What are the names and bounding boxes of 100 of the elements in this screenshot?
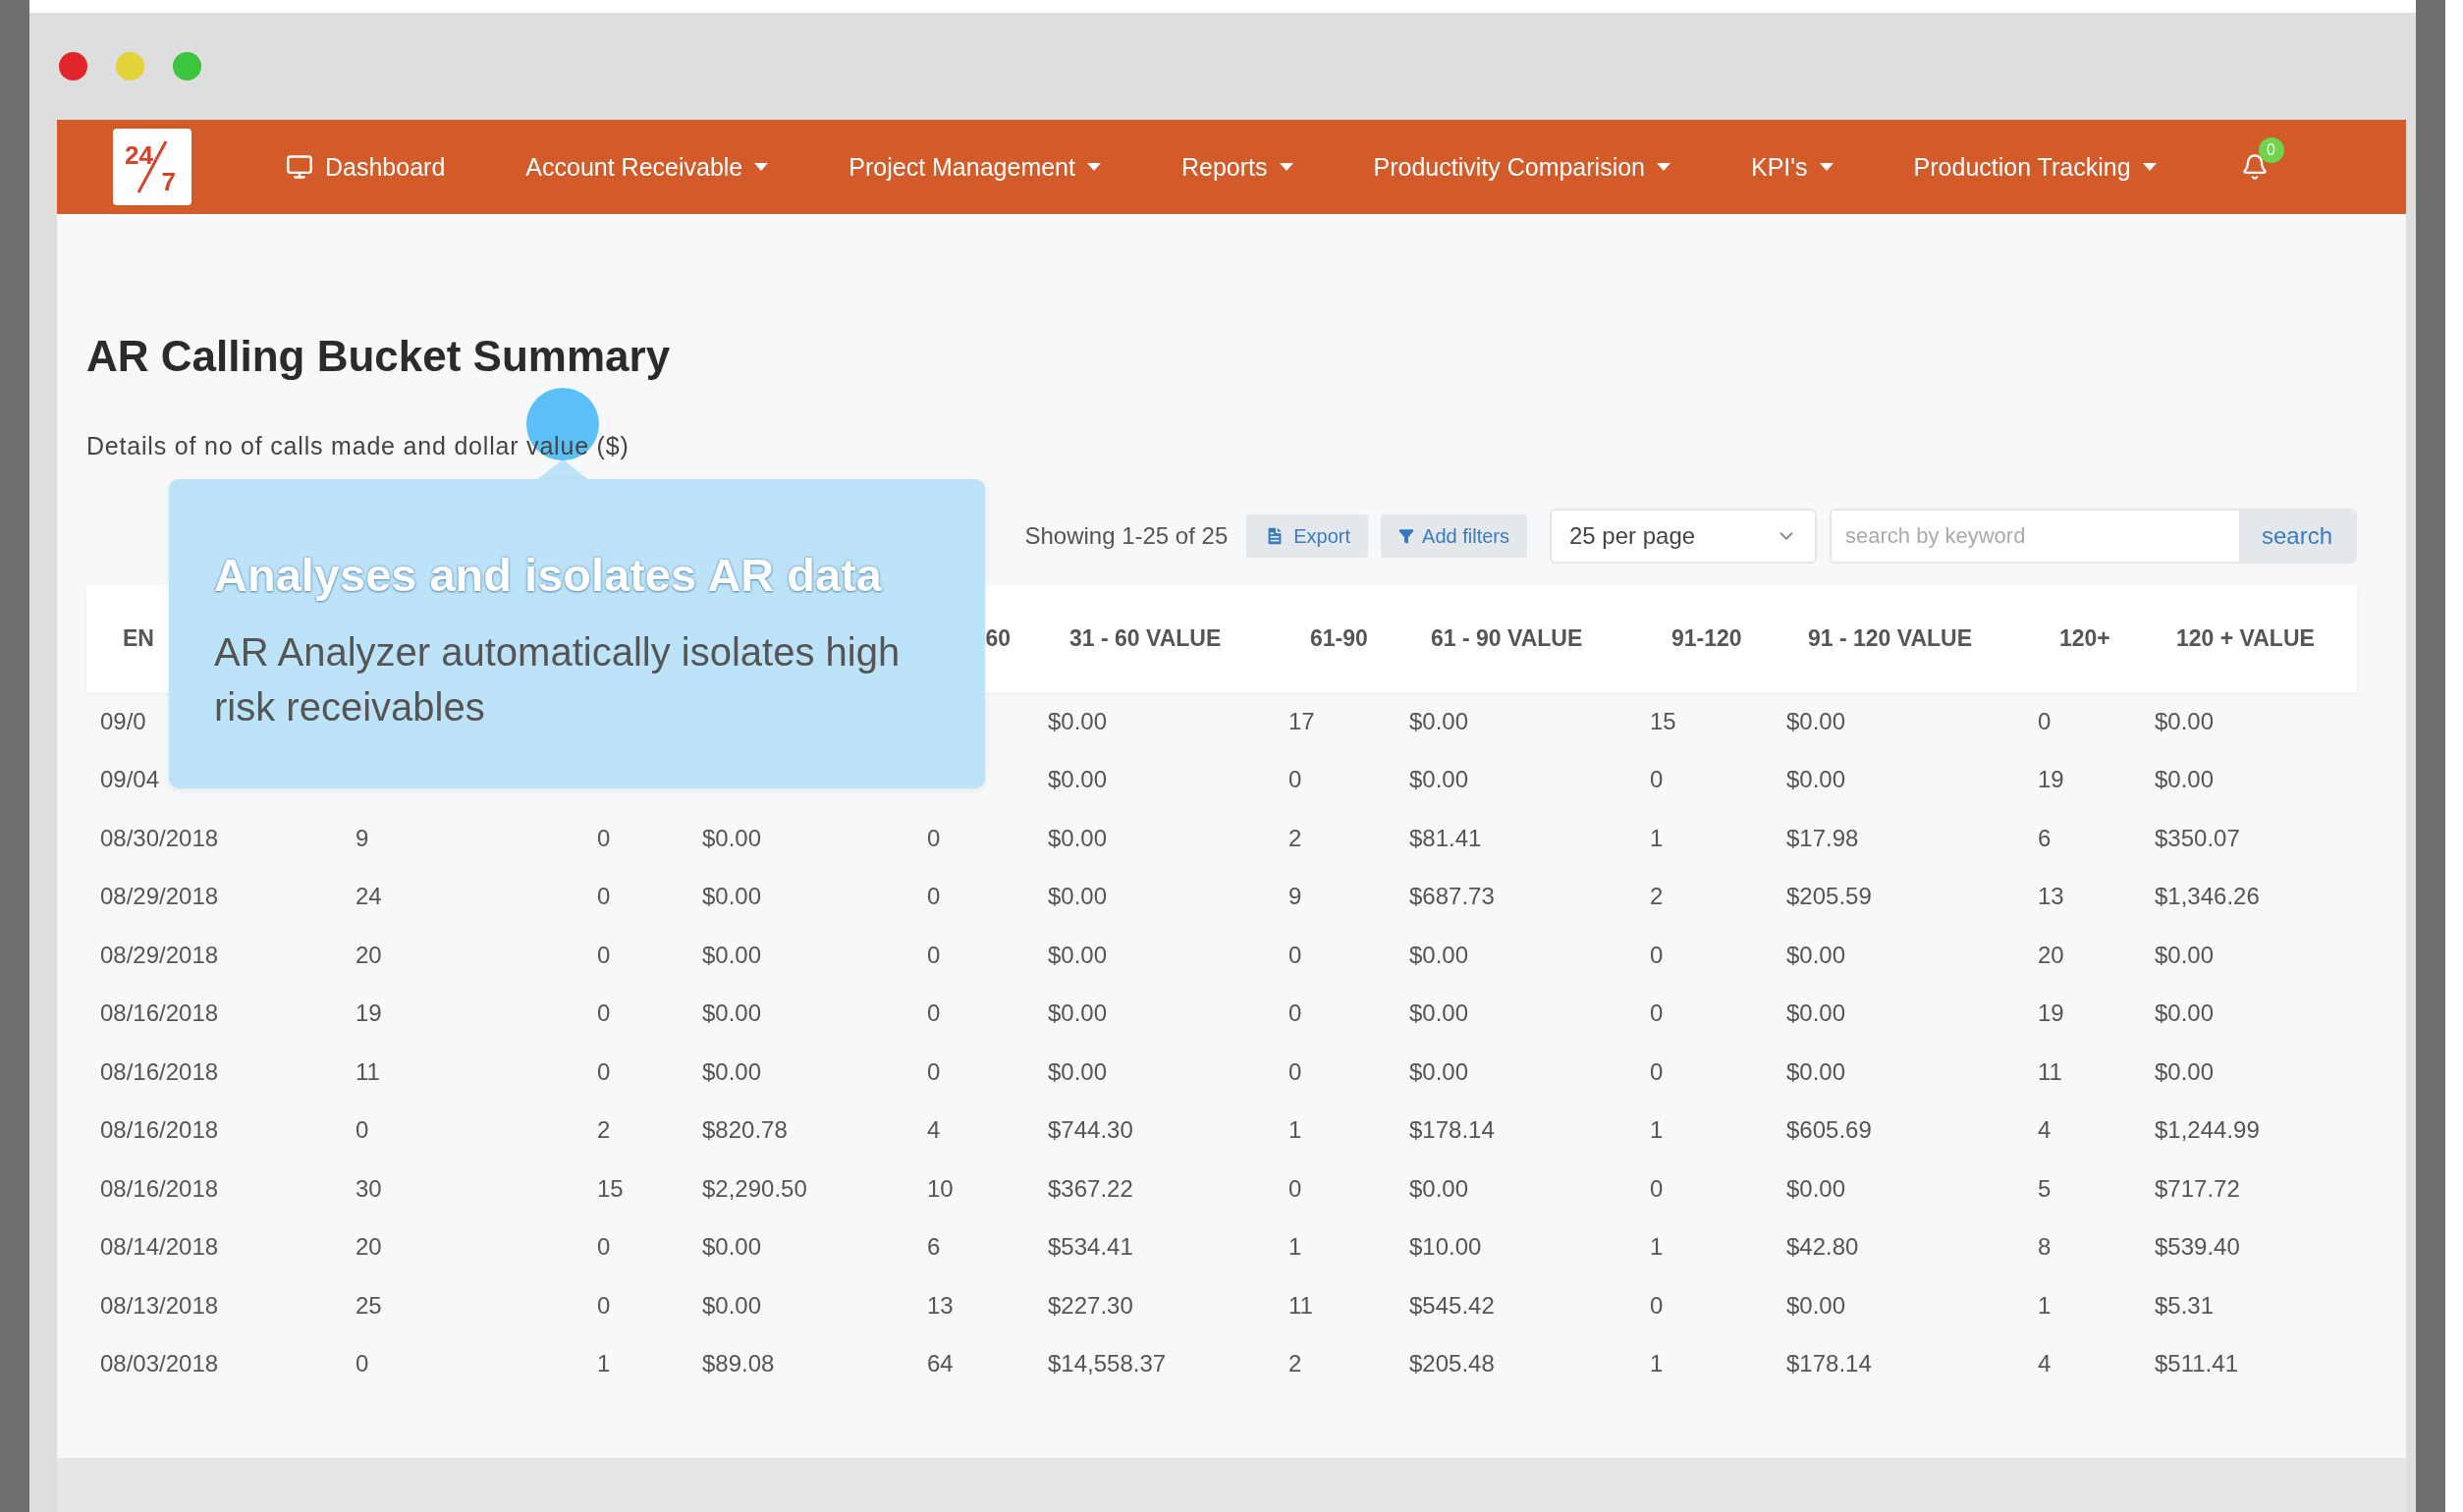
table-cell: $0.00 <box>702 824 762 851</box>
table-cell: 08/30/2018 <box>100 824 219 851</box>
table-cell: 19 <box>2038 766 2064 793</box>
table-cell: 0 <box>927 1057 941 1085</box>
table-cell: 1 <box>1650 824 1664 851</box>
table-cell: 11 <box>2038 1057 2062 1085</box>
table-cell: 0 <box>597 824 611 851</box>
window-control-dot[interactable] <box>173 52 201 81</box>
table-cell: $0.00 <box>702 1057 762 1085</box>
table-cell: $0.00 <box>702 999 762 1027</box>
nav-menu-item[interactable]: KPI's <box>1751 152 1834 182</box>
column-header: 31 - 60 VALUE <box>1069 625 1222 651</box>
table-cell: $0.00 <box>1048 1057 1108 1085</box>
table-cell: 0 <box>1288 1174 1302 1202</box>
table-cell: 0 <box>1650 941 1664 968</box>
table-cell: $178.14 <box>1409 1116 1495 1144</box>
table-cell: $0.00 <box>1786 1291 1846 1319</box>
nav-menu-item[interactable]: Dashboard <box>286 152 446 182</box>
table-cell: 08/16/2018 <box>100 1174 219 1202</box>
table-cell: 2 <box>1288 824 1302 851</box>
table-cell: 0 <box>1650 1291 1664 1319</box>
table-cell: 1 <box>1650 1116 1664 1144</box>
window-control-dot[interactable] <box>59 52 87 81</box>
nav-menu-item[interactable]: Project Management <box>848 152 1101 182</box>
add-filters-button[interactable]: Add filters <box>1381 514 1527 558</box>
table-cell: $0.00 <box>1409 707 1469 734</box>
table-cell: 64 <box>927 1350 954 1377</box>
column-header: 61 - 90 VALUE <box>1431 625 1583 651</box>
nav-menu-item[interactable]: Production Tracking <box>1913 152 2157 182</box>
table-cell: $0.00 <box>1786 941 1846 968</box>
table-cell: $539.40 <box>2155 1233 2240 1261</box>
table-cell: $717.72 <box>2155 1174 2240 1202</box>
table-cell: $0.00 <box>1048 941 1108 968</box>
table-cell: 10 <box>927 1174 954 1202</box>
export-button[interactable]: Export <box>1246 514 1369 558</box>
table-cell: 0 <box>1288 999 1302 1027</box>
table-cell: $0.00 <box>1048 883 1108 910</box>
table-cell: 19 <box>356 999 382 1027</box>
table-cell: $0.00 <box>1409 941 1469 968</box>
table-cell: $17.98 <box>1786 824 1859 851</box>
table-cell: $0.00 <box>1786 999 1846 1027</box>
table-cell: $605.69 <box>1786 1116 1872 1144</box>
table-cell: 17 <box>1288 707 1315 734</box>
table-cell: 08/29/2018 <box>100 941 219 968</box>
table-cell: 1 <box>2038 1291 2052 1319</box>
table-cell: $0.00 <box>1048 824 1108 851</box>
column-header: EN <box>123 625 154 651</box>
table-cell: $0.00 <box>2155 999 2215 1027</box>
table-cell: 0 <box>597 941 611 968</box>
table-cell: 0 <box>927 883 941 910</box>
table-cell: $227.30 <box>1048 1291 1133 1319</box>
caret-icon <box>754 163 769 171</box>
nav-menu-item[interactable]: Productivity Comparision <box>1373 152 1670 182</box>
column-header: 120+ <box>2059 625 2110 651</box>
table-cell: 08/16/2018 <box>100 1057 219 1085</box>
nav-menu-item[interactable]: Reports <box>1180 152 1293 182</box>
table-cell: 9 <box>356 824 369 851</box>
table-cell: $0.00 <box>1048 766 1108 793</box>
table-cell: 19 <box>2038 999 2064 1027</box>
table-cell: $0.00 <box>702 1233 762 1261</box>
table-cell: 25 <box>356 1291 382 1319</box>
table-cell: 20 <box>2038 941 2064 968</box>
table-cell: 6 <box>927 1233 941 1261</box>
table-cell: 08/16/2018 <box>100 999 219 1027</box>
table-cell: 0 <box>356 1116 369 1144</box>
table-cell: $14,558.37 <box>1048 1350 1167 1377</box>
logo[interactable]: 24 7 <box>113 129 192 205</box>
table-cell: 2 <box>597 1116 611 1144</box>
table-cell: 0 <box>1288 1057 1302 1085</box>
table-cell: $178.14 <box>1786 1350 1872 1377</box>
table-cell: $42.80 <box>1786 1233 1859 1261</box>
table-cell: 15 <box>597 1174 624 1202</box>
monitor-icon <box>286 153 313 181</box>
table-cell: 0 <box>927 824 941 851</box>
tooltip-title: Analyses and isolates AR data <box>214 548 884 603</box>
notification-bell-icon[interactable] <box>2240 153 2269 181</box>
table-cell: $0.00 <box>2155 766 2215 793</box>
table-cell: 13 <box>927 1291 954 1319</box>
table-cell: 13 <box>2038 883 2064 910</box>
per-page-select[interactable]: 25 per page <box>1550 509 1817 564</box>
caret-icon <box>1657 163 1670 171</box>
table-cell: $0.00 <box>1786 766 1846 793</box>
table-cell: 0 <box>597 999 611 1027</box>
table-cell: 15 <box>1650 707 1676 734</box>
table-cell: $0.00 <box>2155 1057 2215 1085</box>
table-cell: 2 <box>1650 883 1664 910</box>
nav-menu-item[interactable]: Account Receivable <box>525 152 769 182</box>
table-cell: 0 <box>597 1233 611 1261</box>
table-cell: $0.00 <box>1786 707 1846 734</box>
table-cell: $0.00 <box>1409 766 1469 793</box>
table-cell: $5.31 <box>2155 1291 2215 1319</box>
page-title: AR Calling Bucket Summary <box>86 331 672 382</box>
caret-icon <box>2142 163 2157 171</box>
table-cell: 0 <box>597 883 611 910</box>
window-control-dot[interactable] <box>116 52 144 81</box>
notification-count: 0 <box>2258 137 2284 163</box>
table-cell: 11 <box>356 1057 380 1085</box>
table-cell: 8 <box>2038 1233 2052 1261</box>
table-cell: 1 <box>1288 1233 1302 1261</box>
table-cell: $1,346.26 <box>2155 883 2260 910</box>
